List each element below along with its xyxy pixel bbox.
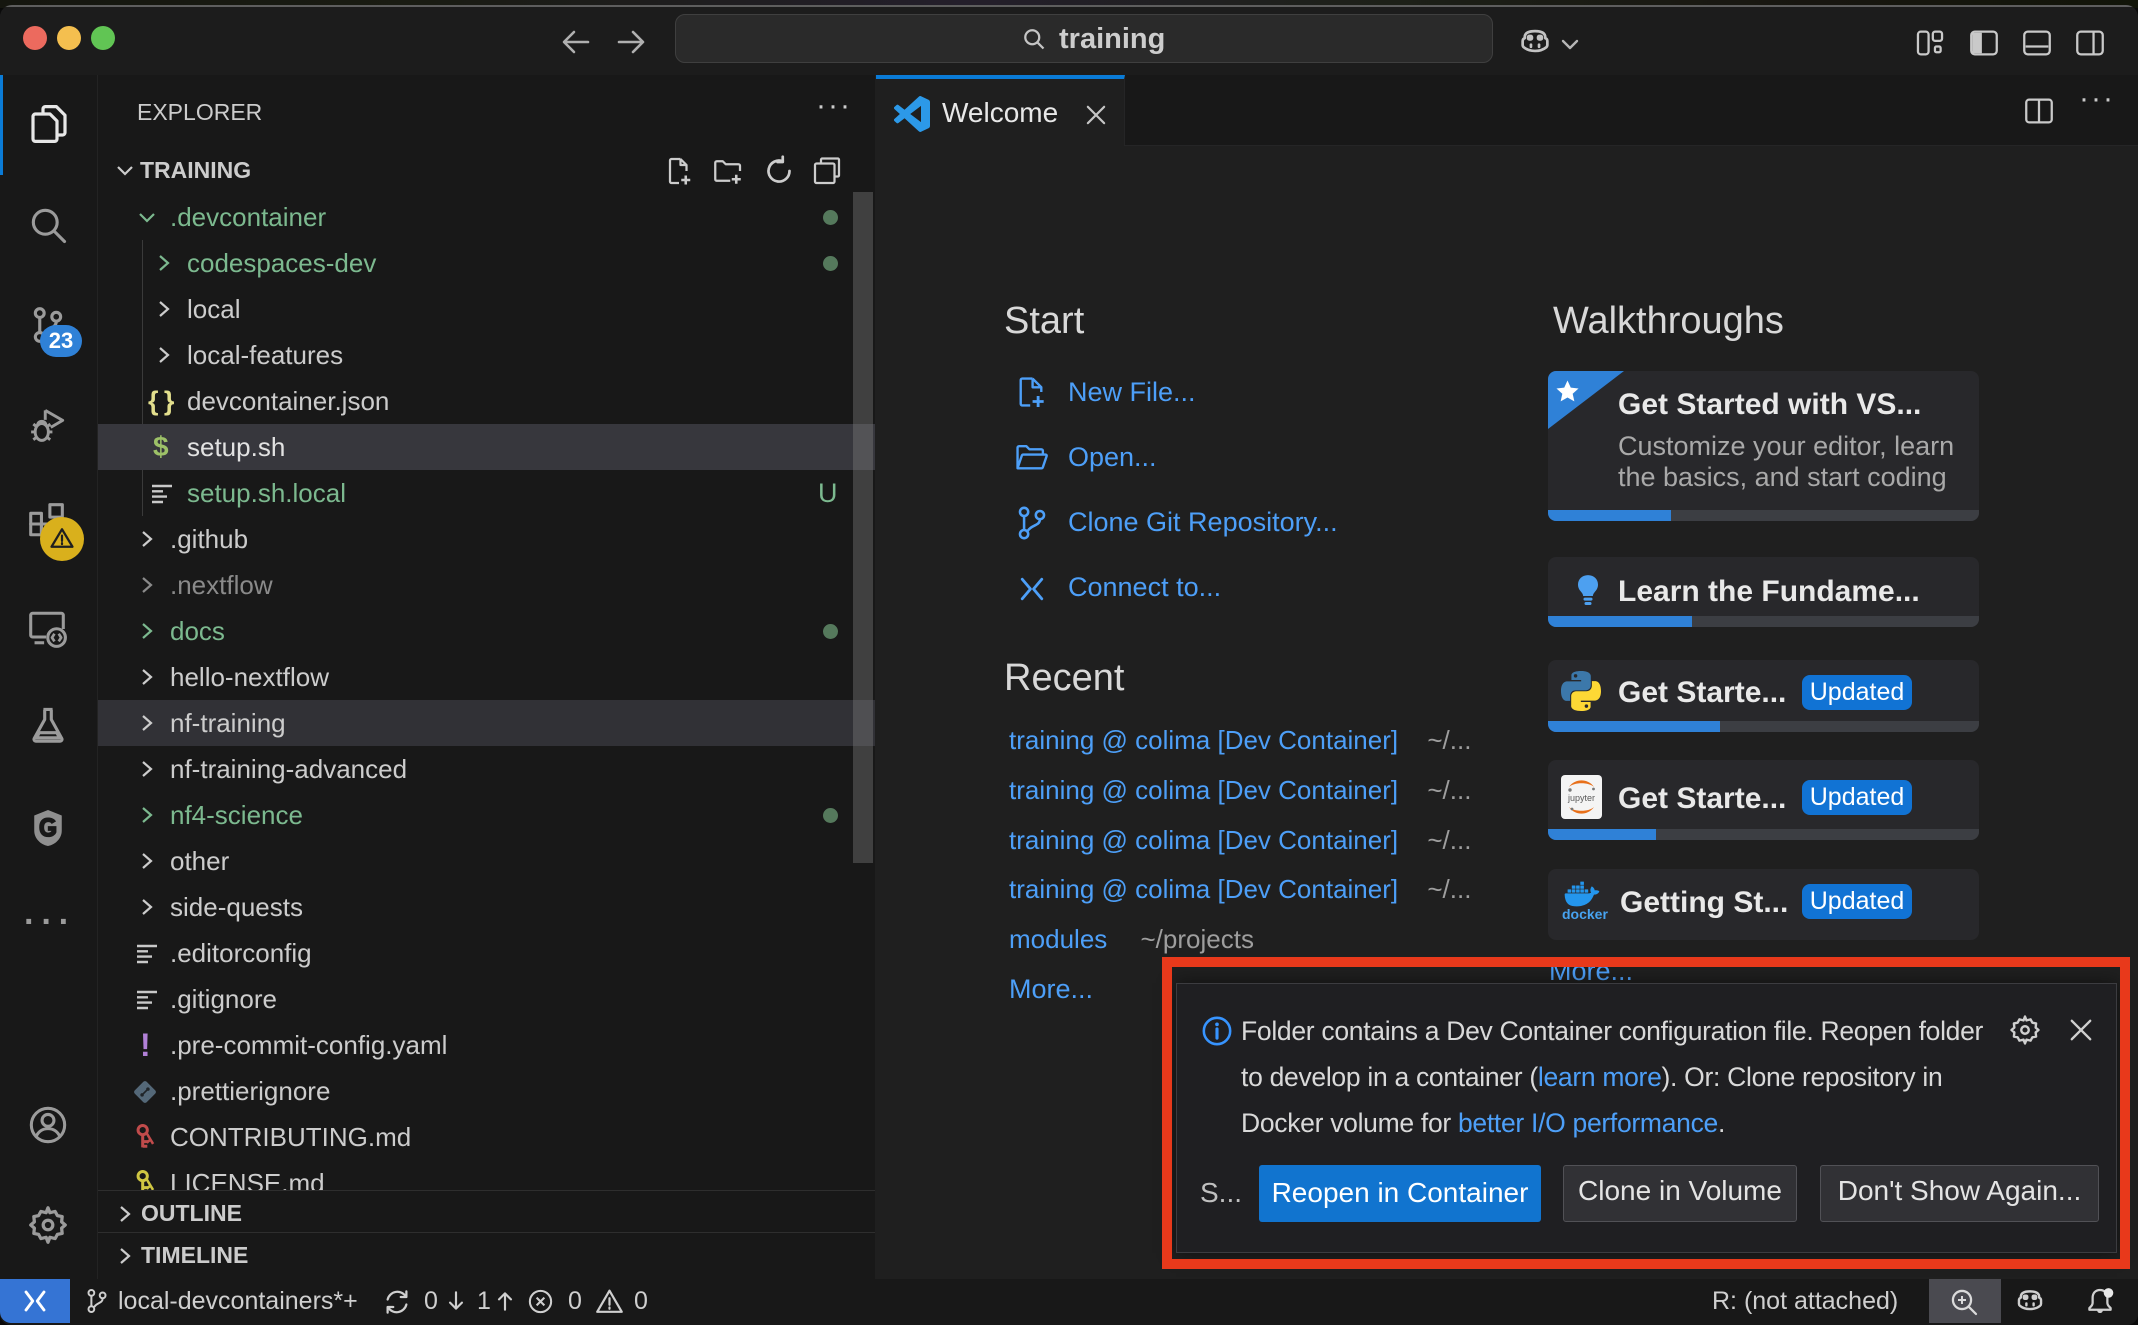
svg-text:jupyter: jupyter [1567, 793, 1595, 803]
